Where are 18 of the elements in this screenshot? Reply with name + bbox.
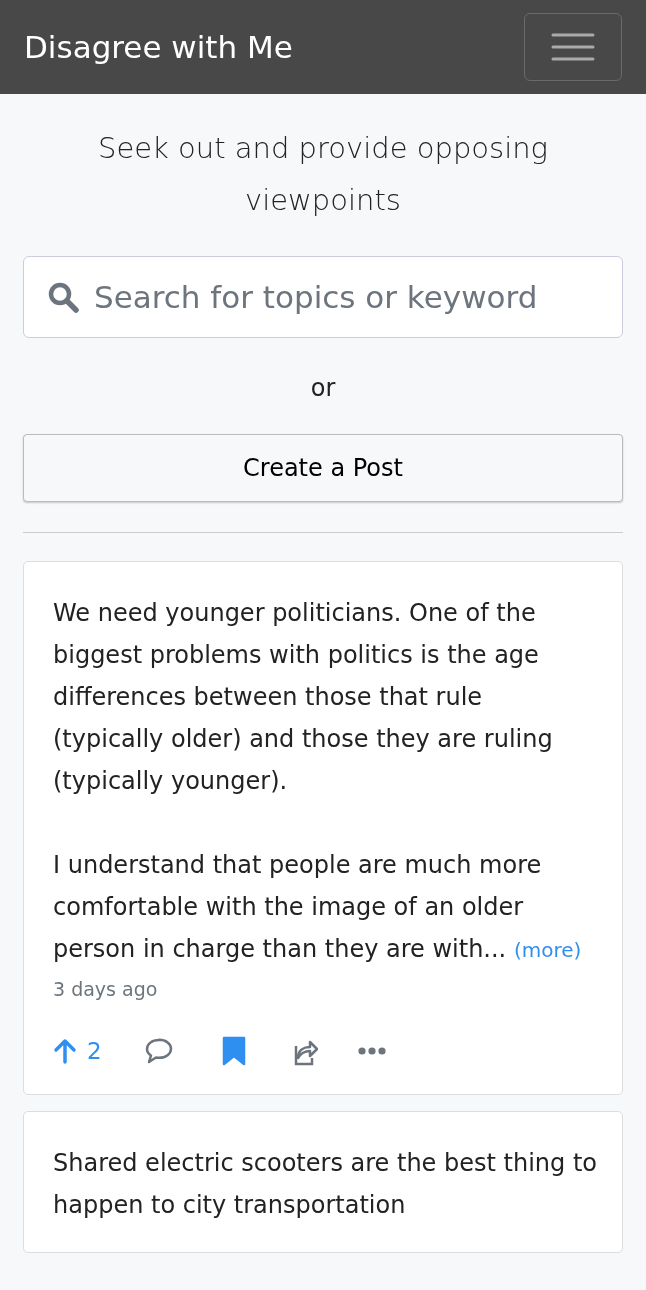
menu-button[interactable]: [524, 13, 622, 81]
separator-text: or: [309, 373, 337, 404]
search-icon: [47, 281, 79, 313]
more-options-button[interactable]: [357, 1045, 386, 1056]
bookmark-button[interactable]: [221, 1035, 246, 1066]
bookmark-icon: [221, 1035, 246, 1066]
post-text: I understand that people are much more comfortable with the image of an older person in charge than they are with... (more): [53, 850, 583, 965]
arrow-up-icon: [53, 1037, 77, 1064]
post-time: 3 days ago: [53, 977, 159, 1002]
create-post-button[interactable]: Create a Post: [23, 434, 623, 502]
tagline: Seek out and provide opposing viewpoints: [97, 130, 549, 219]
more-icon: [357, 1045, 386, 1056]
search-field[interactable]: Search for topics or keyword: [23, 256, 623, 338]
post-text: We need younger politicians. One of the biggest problems with politics is the age differences between those that rule (typically older) and those they are ruling (typically younger).: [53, 598, 554, 797]
speech-bubble-icon: [143, 1036, 174, 1065]
post-text: Shared electric scooters are the best thing to happen to city transportation: [53, 1148, 598, 1221]
menu-icon: [551, 32, 595, 62]
comment-button[interactable]: [143, 1036, 174, 1065]
